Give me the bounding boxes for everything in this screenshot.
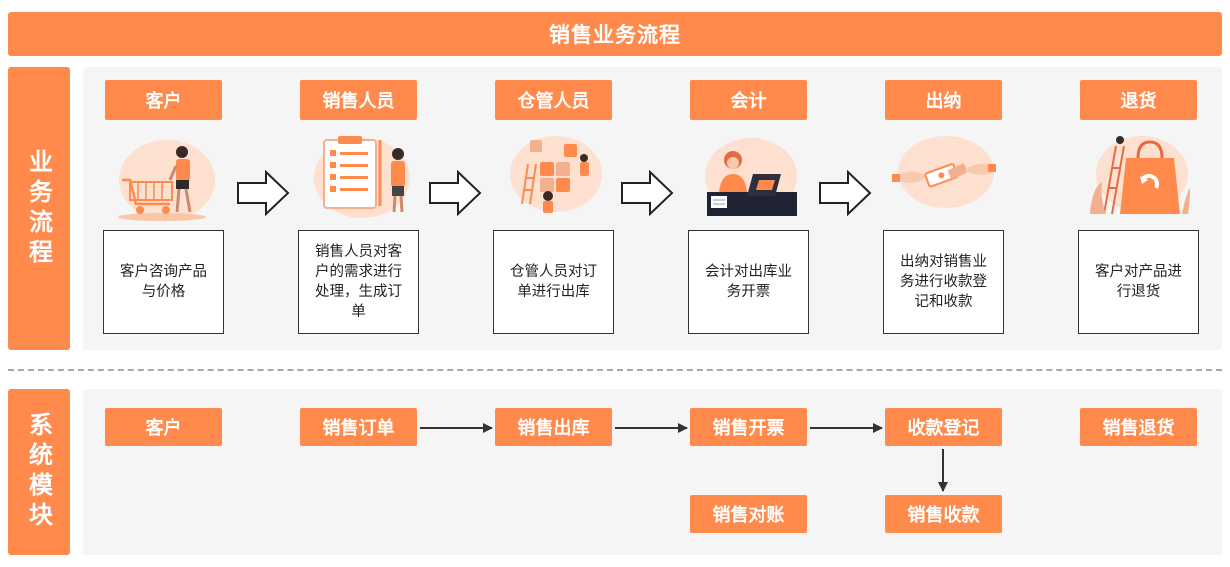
module-sales-receipt: 销售收款 [885, 495, 1002, 533]
role-desc-cashier: 出纳对销售业务进行收款登记和收款 [883, 230, 1004, 334]
section-divider [8, 369, 1222, 371]
sales-checklist-icon [314, 136, 410, 218]
role-header-accountant: 会计 [690, 80, 807, 120]
cashier-payment-icon [892, 136, 996, 208]
role-header-warehouse: 仓管人员 [495, 80, 612, 120]
role-desc-return: 客户对产品进行退货 [1078, 230, 1199, 334]
module-sales-return: 销售退货 [1080, 408, 1197, 446]
flow-arrow-icon [429, 170, 482, 216]
role-header-sales: 销售人员 [300, 80, 417, 120]
role-desc-accountant: 会计对出库业务开票 [688, 230, 809, 334]
flow-arrow-icon [237, 170, 290, 216]
modules-panel [83, 389, 1222, 555]
role-desc-sales: 销售人员对客户的需求进行处理，生成订单 [298, 230, 419, 334]
side-label-process: 业务流程 [8, 67, 70, 350]
module-sales-order: 销售订单 [300, 408, 417, 446]
return-shopping-bag-icon [1090, 136, 1190, 215]
module-sales-reconcile: 销售对账 [690, 495, 807, 533]
flow-arrow-icon [819, 170, 872, 216]
role-desc-customer: 客户咨询产品与价格 [103, 230, 224, 334]
page-title: 销售业务流程 [8, 12, 1222, 56]
module-sales-outbound: 销售出库 [495, 408, 612, 446]
role-desc-warehouse: 仓管人员对订单进行出库 [493, 230, 614, 334]
accountant-laptop-icon [705, 138, 797, 216]
side-label-modules-text: 系统模块 [24, 412, 53, 532]
module-customer: 客户 [105, 408, 222, 446]
customer-shopping-cart-icon [118, 140, 215, 221]
role-header-return: 退货 [1080, 80, 1197, 120]
role-header-cashier: 出纳 [885, 80, 1002, 120]
role-header-customer: 客户 [105, 80, 222, 120]
side-label-modules: 系统模块 [8, 389, 70, 555]
flow-arrow-icon [621, 170, 674, 216]
module-sales-invoice: 销售开票 [690, 408, 807, 446]
module-payment-register: 收款登记 [885, 408, 1002, 446]
side-label-process-text: 业务流程 [24, 148, 53, 269]
warehouse-puzzle-icon [510, 136, 602, 213]
